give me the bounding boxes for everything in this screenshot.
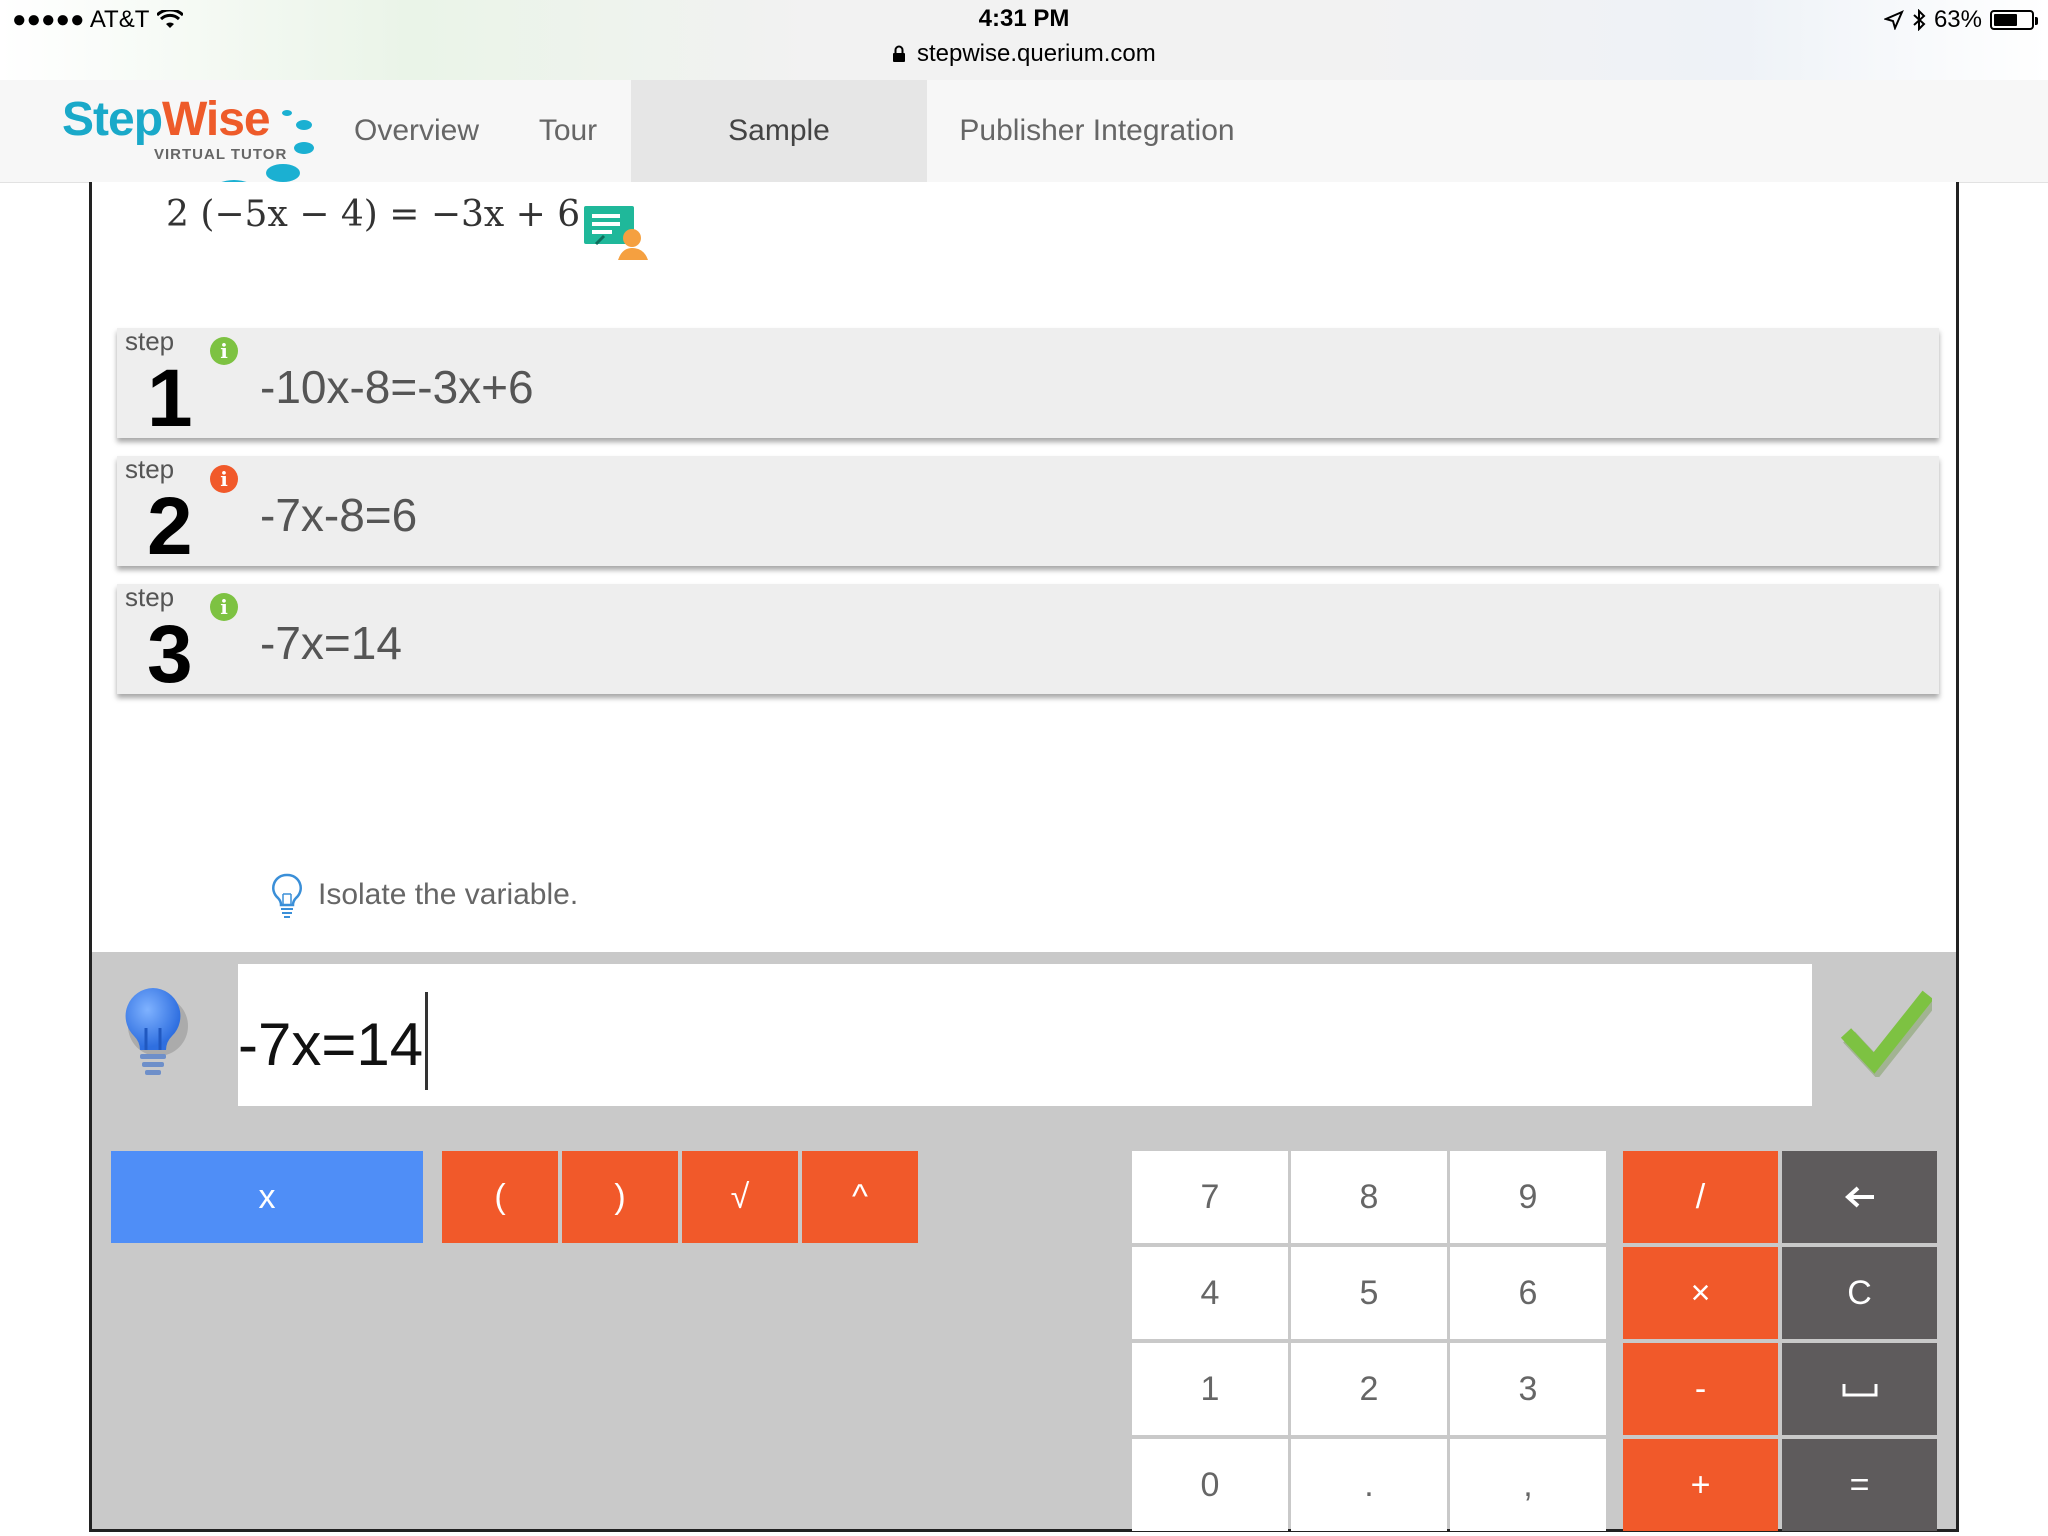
info-error-icon[interactable]: i: [210, 465, 238, 493]
problem-equation: 2 (−5x − 4) = −3x + 6: [166, 194, 581, 235]
key-0[interactable]: 0: [1132, 1439, 1288, 1531]
step-number: 1: [147, 353, 193, 444]
logo-dot: [282, 110, 292, 116]
logo-tagline: VIRTUAL TUTOR: [154, 146, 288, 163]
info-correct-icon[interactable]: i: [210, 593, 238, 621]
key-minus[interactable]: -: [1623, 1343, 1778, 1435]
step-number: 2: [147, 481, 193, 572]
clock: 4:31 PM: [978, 5, 1070, 32]
logo-dot: [296, 120, 312, 130]
logo-dot: [266, 164, 300, 182]
key-6[interactable]: 6: [1450, 1247, 1606, 1339]
tab-tour[interactable]: Tour: [506, 80, 630, 182]
key-9[interactable]: 9: [1450, 1151, 1606, 1243]
whiteboard-notes-icon[interactable]: [582, 204, 654, 260]
url-text: stepwise.querium.com: [916, 40, 1156, 67]
text-caret: [425, 992, 429, 1090]
step-card[interactable]: step 1 i -10x-8=-3x+6: [117, 326, 1939, 444]
logo-wordmark: StepWise: [62, 93, 271, 146]
key-sqrt[interactable]: √: [682, 1151, 798, 1243]
checkmark-icon[interactable]: [1840, 987, 1932, 1077]
stepwise-logo[interactable]: StepWise VIRTUAL TUTOR: [62, 90, 332, 200]
tutor-panel: 2 (−5x − 4) = −3x + 6 step 1 i -10x-8=-3…: [89, 182, 1959, 1532]
step-equation: -7x-8=6: [260, 489, 418, 541]
hint-lightbulb-icon[interactable]: [120, 982, 190, 1082]
key-close-paren[interactable]: ): [562, 1151, 678, 1243]
answer-input-value: -7x=14: [238, 1010, 424, 1078]
step-card[interactable]: step 2 i -7x-8=6: [117, 454, 1939, 572]
step-equation: -7x=14: [260, 617, 402, 669]
key-8[interactable]: 8: [1291, 1151, 1447, 1243]
battery-percent: 63%: [1933, 6, 1982, 33]
arrow-left-icon: [1844, 1186, 1874, 1208]
battery-level: [1994, 14, 2017, 26]
key-multiply[interactable]: ×: [1623, 1247, 1778, 1339]
key-caret[interactable]: ^: [802, 1151, 918, 1243]
key-3[interactable]: 3: [1450, 1343, 1606, 1435]
status-indicators: 63%: [1883, 6, 2038, 34]
address-bar[interactable]: stepwise.querium.com: [0, 40, 2048, 68]
answer-input[interactable]: -7x=14: [238, 964, 1812, 1106]
step-card[interactable]: step 3 i -7x=14: [117, 582, 1939, 700]
logo-dot: [294, 142, 314, 154]
key-space[interactable]: [1782, 1343, 1937, 1435]
key-open-paren[interactable]: (: [442, 1151, 558, 1243]
step-equation: -10x-8=-3x+6: [260, 361, 534, 413]
hint-text: Isolate the variable.: [318, 878, 579, 911]
tab-sample-problems[interactable]: Sample Problems: [631, 80, 927, 249]
key-comma[interactable]: ,: [1450, 1439, 1606, 1531]
bluetooth-icon: [1913, 9, 1926, 31]
key-7[interactable]: 7: [1132, 1151, 1288, 1243]
site-navigation: StepWise VIRTUAL TUTOR Overview Tour Sam…: [0, 80, 2048, 249]
space-icon: [1842, 1384, 1877, 1397]
key-2[interactable]: 2: [1291, 1343, 1447, 1435]
tab-overview[interactable]: Overview: [324, 80, 506, 182]
lightbulb-outline-icon: [272, 873, 302, 918]
info-correct-icon[interactable]: i: [210, 337, 238, 365]
hint-message: Isolate the variable.: [270, 872, 578, 918]
battery-icon: [1990, 10, 2038, 30]
key-1[interactable]: 1: [1132, 1343, 1288, 1435]
input-keypad-area: -7x=14 x ( ) √ ^ 7 8 9 4 5 6 1 2 3 0 . ,…: [92, 952, 1956, 1531]
ios-status-bar: ●●●●● AT&T 4:31 PM stepwise.querium.com …: [0, 0, 2048, 81]
key-plus[interactable]: +: [1623, 1439, 1778, 1531]
key-clear[interactable]: C: [1782, 1247, 1937, 1339]
location-arrow-icon: [1883, 10, 1904, 30]
key-decimal[interactable]: .: [1291, 1439, 1447, 1531]
key-5[interactable]: 5: [1291, 1247, 1447, 1339]
tab-publisher-integration[interactable]: Publisher Integration: [927, 80, 1267, 182]
step-number: 3: [147, 609, 193, 700]
key-equals[interactable]: =: [1782, 1439, 1937, 1531]
key-backspace[interactable]: [1782, 1151, 1937, 1243]
key-divide[interactable]: /: [1623, 1151, 1778, 1243]
key-variable-x[interactable]: x: [111, 1151, 423, 1243]
key-4[interactable]: 4: [1132, 1247, 1288, 1339]
lock-icon: [893, 45, 906, 62]
